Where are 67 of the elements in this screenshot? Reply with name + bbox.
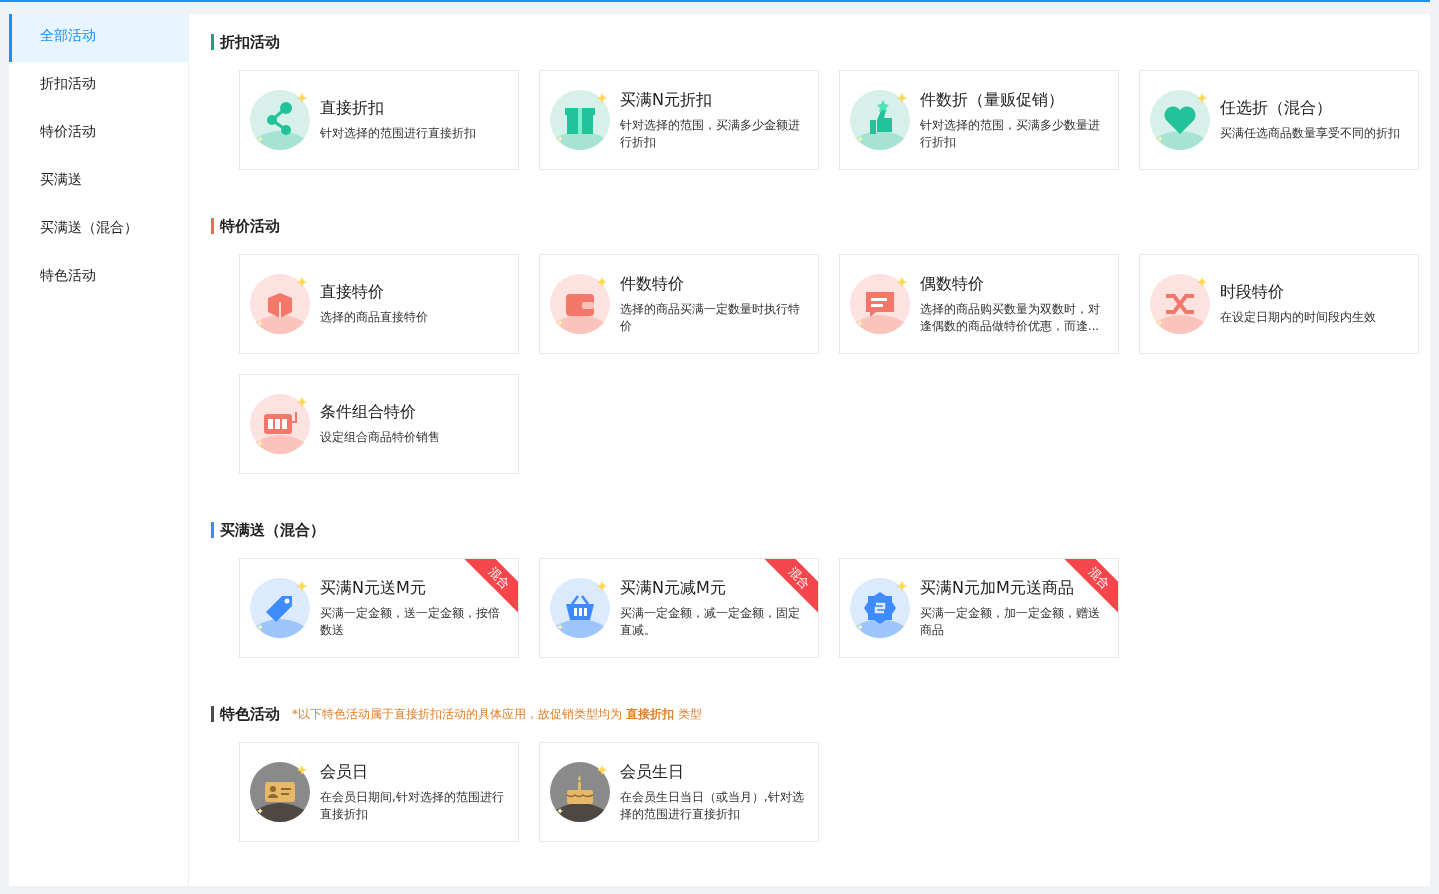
activity-card[interactable]: 件数特价 选择的商品买满一定数量时执行特价	[539, 254, 819, 354]
activity-card[interactable]: 买满N元折扣 针对选择的范围，买满多少金额进行折扣	[539, 70, 819, 170]
card-description: 在会员日期间,针对选择的范围进行直接折扣	[320, 788, 505, 823]
activity-card[interactable]: 件数折（量贩促销） 针对选择的范围，买满多少数量进行折扣	[839, 70, 1119, 170]
wallet-icon	[550, 274, 610, 334]
activity-card[interactable]: 直接特价 选择的商品直接特价	[239, 254, 519, 354]
ribbon-label: 混合	[484, 563, 514, 593]
card-title: 条件组合特价	[320, 402, 416, 423]
sidebar-item[interactable]: 买满送（混合）	[9, 206, 188, 254]
card-title: 买满N元加M元送商品	[920, 577, 1074, 599]
activity-card[interactable]: 直接折扣 针对选择的范围进行直接折扣	[239, 70, 519, 170]
activity-card[interactable]: 偶数特价 选择的商品购买数量为双数时，对逢偶数的商品做特价优惠，而逢...	[839, 254, 1119, 354]
sidebar-item[interactable]: 特价活动	[9, 110, 188, 158]
card-description: 买满一定金额，减一定金额，固定直减。	[620, 604, 801, 639]
activity-card[interactable]: 条件组合特价 设定组合商品特价销售	[239, 374, 519, 474]
activity-card[interactable]: 会员日 在会员日期间,针对选择的范围进行直接折扣	[239, 742, 519, 842]
section-title: 折扣活动	[220, 32, 280, 52]
ribbon-label: 混合	[784, 563, 814, 593]
sidebar-item[interactable]: 买满送	[9, 158, 188, 206]
card-description: 买满一定金额，送一定金额，按倍数送	[320, 604, 501, 639]
card-title: 件数折（量贩促销）	[920, 89, 1064, 111]
card-description: 选择的商品买满一定数量时执行特价	[620, 300, 801, 335]
activity-card[interactable]: 任选折（混合） 买满任选商品数量享受不同的折扣	[1139, 70, 1419, 170]
share-icon	[250, 90, 310, 150]
card-description: 针对选择的范围，买满多少数量进行折扣	[920, 116, 1101, 151]
card-description: 在设定日期内的时间段内生效	[1220, 309, 1377, 326]
basket-icon	[550, 578, 610, 638]
card-title: 直接特价	[320, 282, 384, 303]
card-description: 买满一定金额，加一定金额，赠送商品	[920, 604, 1101, 639]
activity-card[interactable]: 会员生日 在会员生日当日（或当月）,针对选择的范围进行直接折扣	[539, 742, 819, 842]
badge-icon	[850, 578, 910, 638]
card-description: 买满任选商品数量享受不同的折扣	[1220, 125, 1401, 142]
section-title: 买满送（混合）	[220, 520, 325, 540]
card-title: 买满N元送M元	[320, 577, 426, 599]
card-description: 选择的商品购买数量为双数时，对逢偶数的商品做特价优惠，而逢...	[920, 300, 1101, 335]
activity-card[interactable]: 时段特价 在设定日期内的时间段内生效	[1139, 254, 1419, 354]
tag-icon	[250, 578, 310, 638]
card-description: 设定组合商品特价销售	[320, 429, 441, 446]
card-title: 偶数特价	[920, 273, 984, 295]
card-title: 直接折扣	[320, 98, 384, 119]
section-title: 特价活动	[220, 216, 280, 236]
sidebar-item[interactable]: 特色活动	[9, 254, 188, 302]
section-title: 特色活动	[220, 704, 280, 724]
card-description: 选择的商品直接特价	[320, 309, 429, 326]
id-card-icon	[250, 762, 310, 822]
card-title: 买满N元减M元	[620, 577, 726, 599]
card-description: 针对选择的范围，买满多少金额进行折扣	[620, 116, 801, 151]
chat-icon	[850, 274, 910, 334]
activity-card[interactable]: 买满N元送M元 买满一定金额，送一定金额，按倍数送 混合	[239, 558, 519, 658]
card-title: 会员生日	[620, 761, 684, 783]
section-note: *以下特色活动属于直接折扣活动的具体应用，故促销类型均为 直接折扣 类型	[292, 705, 702, 723]
card-title: 时段特价	[1220, 282, 1284, 303]
card-title: 买满N元折扣	[620, 89, 712, 111]
activity-card[interactable]: 买满N元减M元 买满一定金额，减一定金额，固定直减。 混合	[539, 558, 819, 658]
slot-machine-icon	[250, 394, 310, 454]
card-title: 件数特价	[620, 273, 684, 295]
box-icon	[250, 274, 310, 334]
sidebar-item[interactable]: 折扣活动	[9, 62, 188, 110]
ribbon-label: 混合	[1084, 563, 1114, 593]
card-description: 在会员生日当日（或当月）,针对选择的范围进行直接折扣	[620, 788, 805, 823]
card-description: 针对选择的范围进行直接折扣	[320, 125, 477, 142]
shuffle-icon	[1150, 274, 1210, 334]
thumbs-up-icon	[850, 90, 910, 150]
card-title: 任选折（混合）	[1220, 98, 1332, 119]
card-title: 会员日	[320, 761, 368, 783]
activity-card[interactable]: 买满N元加M元送商品 买满一定金额，加一定金额，赠送商品 混合	[839, 558, 1119, 658]
cake-icon	[550, 762, 610, 822]
